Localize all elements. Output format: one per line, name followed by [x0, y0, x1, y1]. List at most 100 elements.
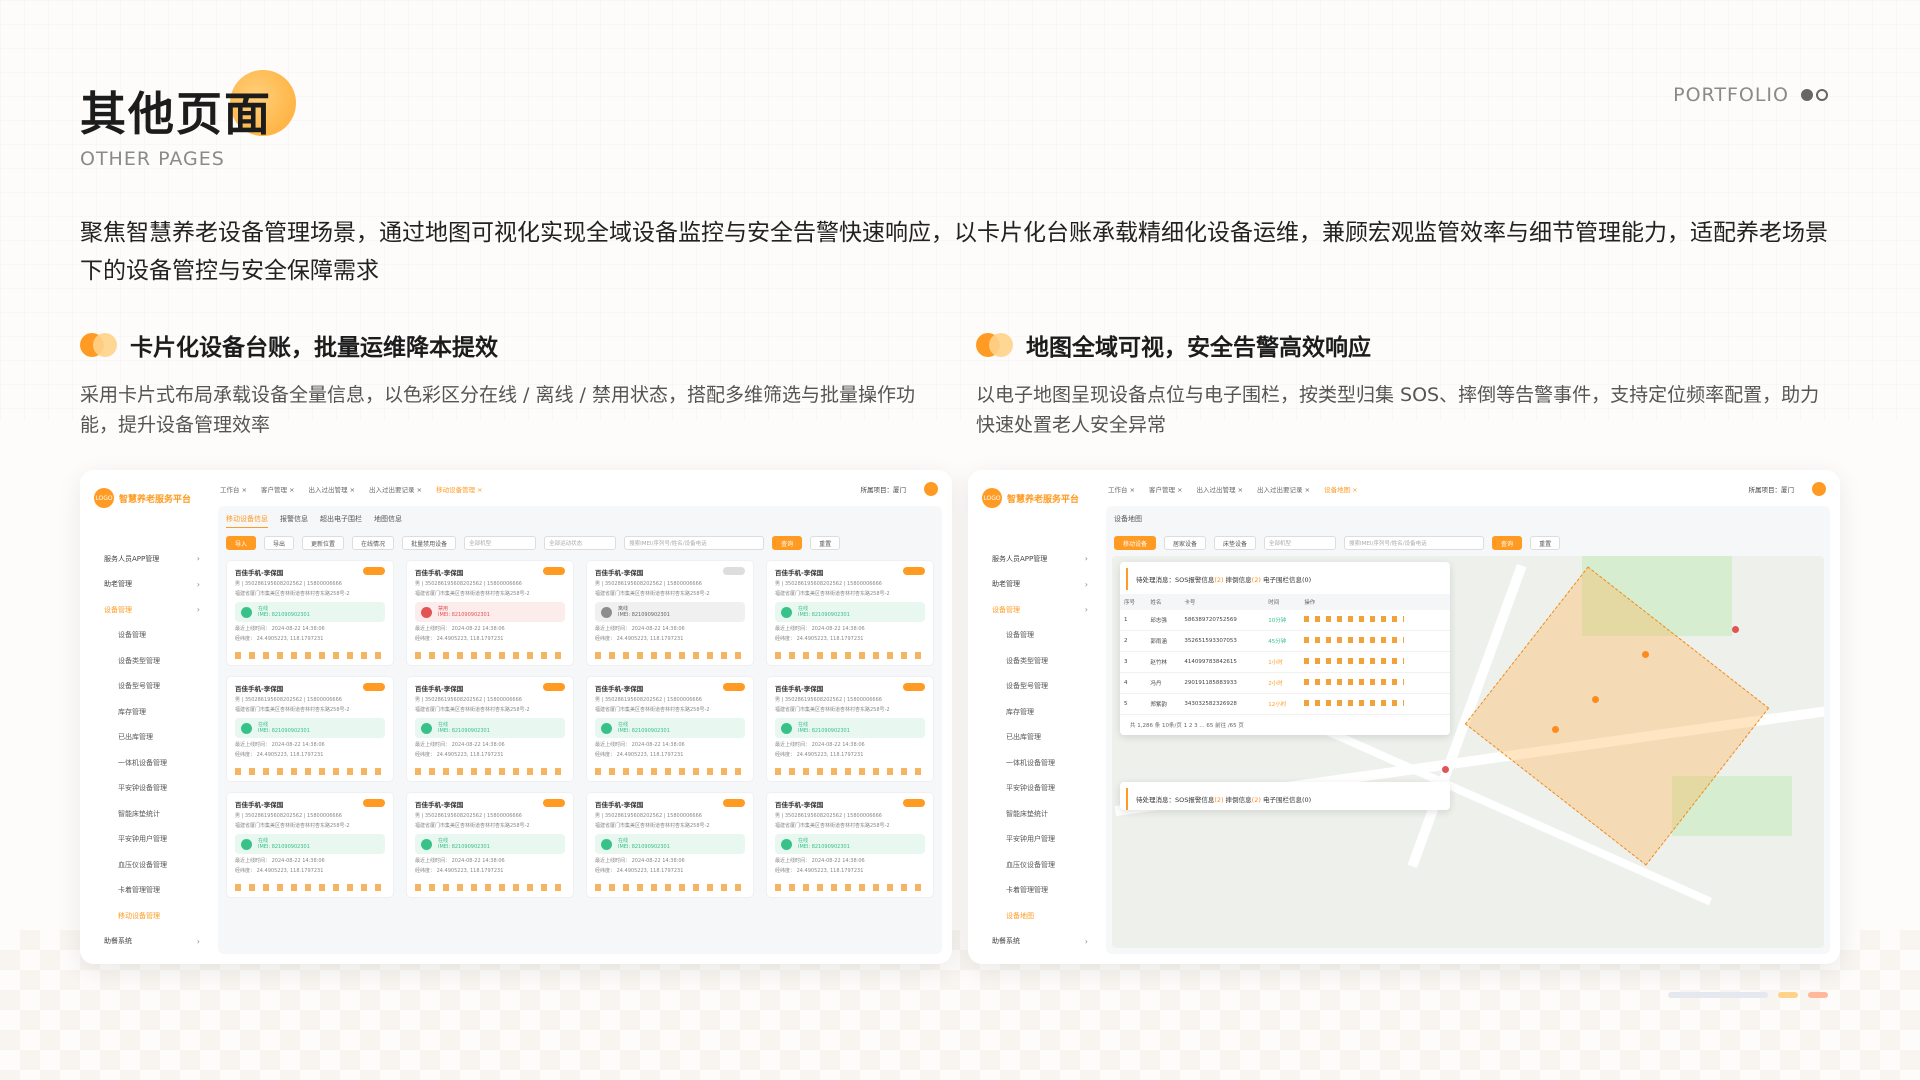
- tab[interactable]: 出入过出要记录 ×: [369, 484, 422, 494]
- enable-toggle[interactable]: [363, 567, 385, 575]
- sidebar-item[interactable]: 已出库管理: [992, 725, 1088, 751]
- sidebar-item[interactable]: 平安钟设备管理: [992, 776, 1088, 802]
- device-pin[interactable]: [1592, 696, 1599, 703]
- enable-toggle[interactable]: [723, 799, 745, 807]
- sidebar-item[interactable]: 设备类型管理: [104, 648, 200, 674]
- query-button[interactable]: 查询: [1492, 536, 1523, 550]
- sidebar-item[interactable]: 设备类型管理: [992, 648, 1088, 674]
- device-card[interactable]: 百佳手机-李保国男 | 35028619560820256​2 | 158000…: [226, 560, 394, 666]
- device-card[interactable]: 百佳手机-李保国男 | 35028619560820256​2 | 158000…: [766, 792, 934, 898]
- sidebar-item[interactable]: 设备型号管理: [104, 674, 200, 700]
- card-action-icons[interactable]: [415, 652, 565, 659]
- enable-toggle[interactable]: [903, 799, 925, 807]
- card-action-icons[interactable]: [595, 884, 745, 891]
- device-pin[interactable]: [1642, 651, 1649, 658]
- device-card[interactable]: 百佳手机-李保国男 | 35028619560820256​2 | 158000…: [406, 676, 574, 782]
- card-action-icons[interactable]: [775, 652, 925, 659]
- enable-toggle[interactable]: [903, 683, 925, 691]
- row-action-icons[interactable]: [1304, 679, 1405, 685]
- row-action-icons[interactable]: [1304, 616, 1405, 622]
- sidebar-item[interactable]: 移动设备管理: [104, 903, 200, 929]
- online-status-button[interactable]: 在线情况: [352, 536, 395, 550]
- enable-toggle[interactable]: [903, 567, 925, 575]
- row-action-icons[interactable]: [1304, 658, 1405, 664]
- device-card[interactable]: 百佳手机-李保国男 | 35028619560820256​2 | 158000…: [226, 792, 394, 898]
- enable-toggle[interactable]: [543, 799, 565, 807]
- table-row[interactable]: 2 郭雨涵 352651593307053 45分钟: [1120, 630, 1450, 652]
- sidebar-item[interactable]: 服务人员APP管理 ›: [992, 546, 1088, 572]
- card-action-icons[interactable]: [775, 768, 925, 775]
- tab[interactable]: 客户管理 ×: [1149, 484, 1183, 494]
- update-location-button[interactable]: 更新位置: [302, 536, 345, 550]
- reset-button[interactable]: 重置: [810, 536, 841, 550]
- device-card[interactable]: 百佳手机-李保国男 | 35028619560820256​2 | 158000…: [586, 676, 754, 782]
- import-button[interactable]: 导入: [226, 536, 257, 550]
- sidebar-item[interactable]: 库存管理: [992, 699, 1088, 725]
- device-pin[interactable]: [1552, 726, 1559, 733]
- avatar[interactable]: [924, 482, 938, 496]
- card-action-icons[interactable]: [415, 884, 565, 891]
- model-select[interactable]: 全部机型: [1264, 536, 1337, 550]
- avatar[interactable]: [1812, 482, 1826, 496]
- tab[interactable]: 移动设备管理 ×: [436, 484, 483, 494]
- tab[interactable]: 客户管理 ×: [261, 484, 295, 494]
- sidebar-item[interactable]: 助老管理 ›: [104, 572, 200, 598]
- sidebar-item[interactable]: 一体机设备管理: [104, 750, 200, 776]
- map-view[interactable]: 待处理消息：SOS报警信息(2) 摔倒信息(2) 电子围栏信息(0) 序号 姓名卡…: [1112, 556, 1824, 948]
- tab-mobile-device[interactable]: 移动设备: [1114, 536, 1157, 550]
- sidebar-item[interactable]: 库存管理: [104, 699, 200, 725]
- tab[interactable]: 出入过出管理 ×: [309, 484, 356, 494]
- card-action-icons[interactable]: [235, 768, 385, 775]
- tab[interactable]: 工作台 ×: [1108, 484, 1135, 494]
- enable-toggle[interactable]: [363, 683, 385, 691]
- tab[interactable]: 出入过出要记录 ×: [1257, 484, 1310, 494]
- sidebar-item[interactable]: 设备地图: [992, 903, 1088, 929]
- card-action-icons[interactable]: [595, 768, 745, 775]
- sidebar-item[interactable]: 平安钟用户管理: [104, 827, 200, 853]
- row-action-icons[interactable]: [1304, 700, 1405, 706]
- device-card[interactable]: 百佳手机-李保国男 | 35028619560820256​2 | 158000…: [766, 560, 934, 666]
- project-select[interactable]: 所属项目：厦门: [1749, 484, 1795, 494]
- card-action-icons[interactable]: [235, 652, 385, 659]
- table-row[interactable]: 1 邱志强 586389720752569 10分钟: [1120, 610, 1450, 631]
- sidebar-item[interactable]: 卡着管理管理: [992, 878, 1088, 904]
- alarm-pin[interactable]: [1442, 766, 1449, 773]
- sidebar-item[interactable]: 智能床垫统计: [992, 801, 1088, 827]
- sidebar-item[interactable]: 血压仪设备管理: [992, 852, 1088, 878]
- alert-panel-collapsed[interactable]: 待处理消息：SOS报警信息(2) 摔倒信息(2) 电子围栏信息(0): [1120, 782, 1450, 810]
- enable-toggle[interactable]: [723, 567, 745, 575]
- motion-select[interactable]: 全部运动状态: [544, 536, 617, 550]
- row-action-icons[interactable]: [1304, 637, 1405, 643]
- sidebar-item[interactable]: 血压仪设备管理: [104, 852, 200, 878]
- tab-home-device[interactable]: 居家设备: [1164, 536, 1207, 550]
- device-card[interactable]: 百佳手机-李保国男 | 35028619560820256​2 | 158000…: [406, 792, 574, 898]
- alarm-pin[interactable]: [1732, 626, 1739, 633]
- sidebar-item[interactable]: 助老管理 ›: [992, 572, 1088, 598]
- sidebar-item[interactable]: 服务人员APP管理 ›: [104, 546, 200, 572]
- sidebar-item[interactable]: 设备管理 ›: [104, 597, 200, 623]
- card-action-icons[interactable]: [595, 652, 745, 659]
- device-card[interactable]: 百佳手机-李保国男 | 35028619560820256​2 | 158000…: [226, 676, 394, 782]
- sidebar-item[interactable]: 卡着管理管理: [104, 878, 200, 904]
- card-action-icons[interactable]: [235, 884, 385, 891]
- sidebar-item[interactable]: 设备管理: [992, 623, 1088, 649]
- sidebar-item[interactable]: 助餐系统 ›: [104, 929, 200, 955]
- pagination[interactable]: 共 1,286 条 10条/页 1 2 3 ... 65 前往 /65 页: [1120, 715, 1450, 735]
- sidebar-item[interactable]: 平安钟用户管理: [992, 827, 1088, 853]
- sub-tab[interactable]: 地图信息: [374, 514, 402, 528]
- enable-toggle[interactable]: [543, 567, 565, 575]
- tab[interactable]: 设备地图 ×: [1324, 484, 1358, 494]
- sidebar-item[interactable]: 一体机设备管理: [992, 750, 1088, 776]
- sidebar-item[interactable]: 助餐系统 ›: [992, 929, 1088, 955]
- export-button[interactable]: 导出: [264, 536, 295, 550]
- device-card[interactable]: 百佳手机-李保国男 | 35028619560820256​2 | 158000…: [586, 560, 754, 666]
- enable-toggle[interactable]: [363, 799, 385, 807]
- sidebar-item[interactable]: 设备管理: [104, 623, 200, 649]
- model-select[interactable]: 全部机型: [464, 536, 537, 550]
- search-input[interactable]: 搜索IMEI/序列号/姓名/设备电话: [624, 536, 765, 550]
- sidebar-item[interactable]: 智能床垫统计: [104, 801, 200, 827]
- sub-tab[interactable]: 超出电子围栏: [320, 514, 362, 528]
- sidebar-item[interactable]: 平安钟设备管理: [104, 776, 200, 802]
- enable-toggle[interactable]: [543, 683, 565, 691]
- device-card[interactable]: 百佳手机-李保国男 | 35028619560820256​2 | 158000…: [586, 792, 754, 898]
